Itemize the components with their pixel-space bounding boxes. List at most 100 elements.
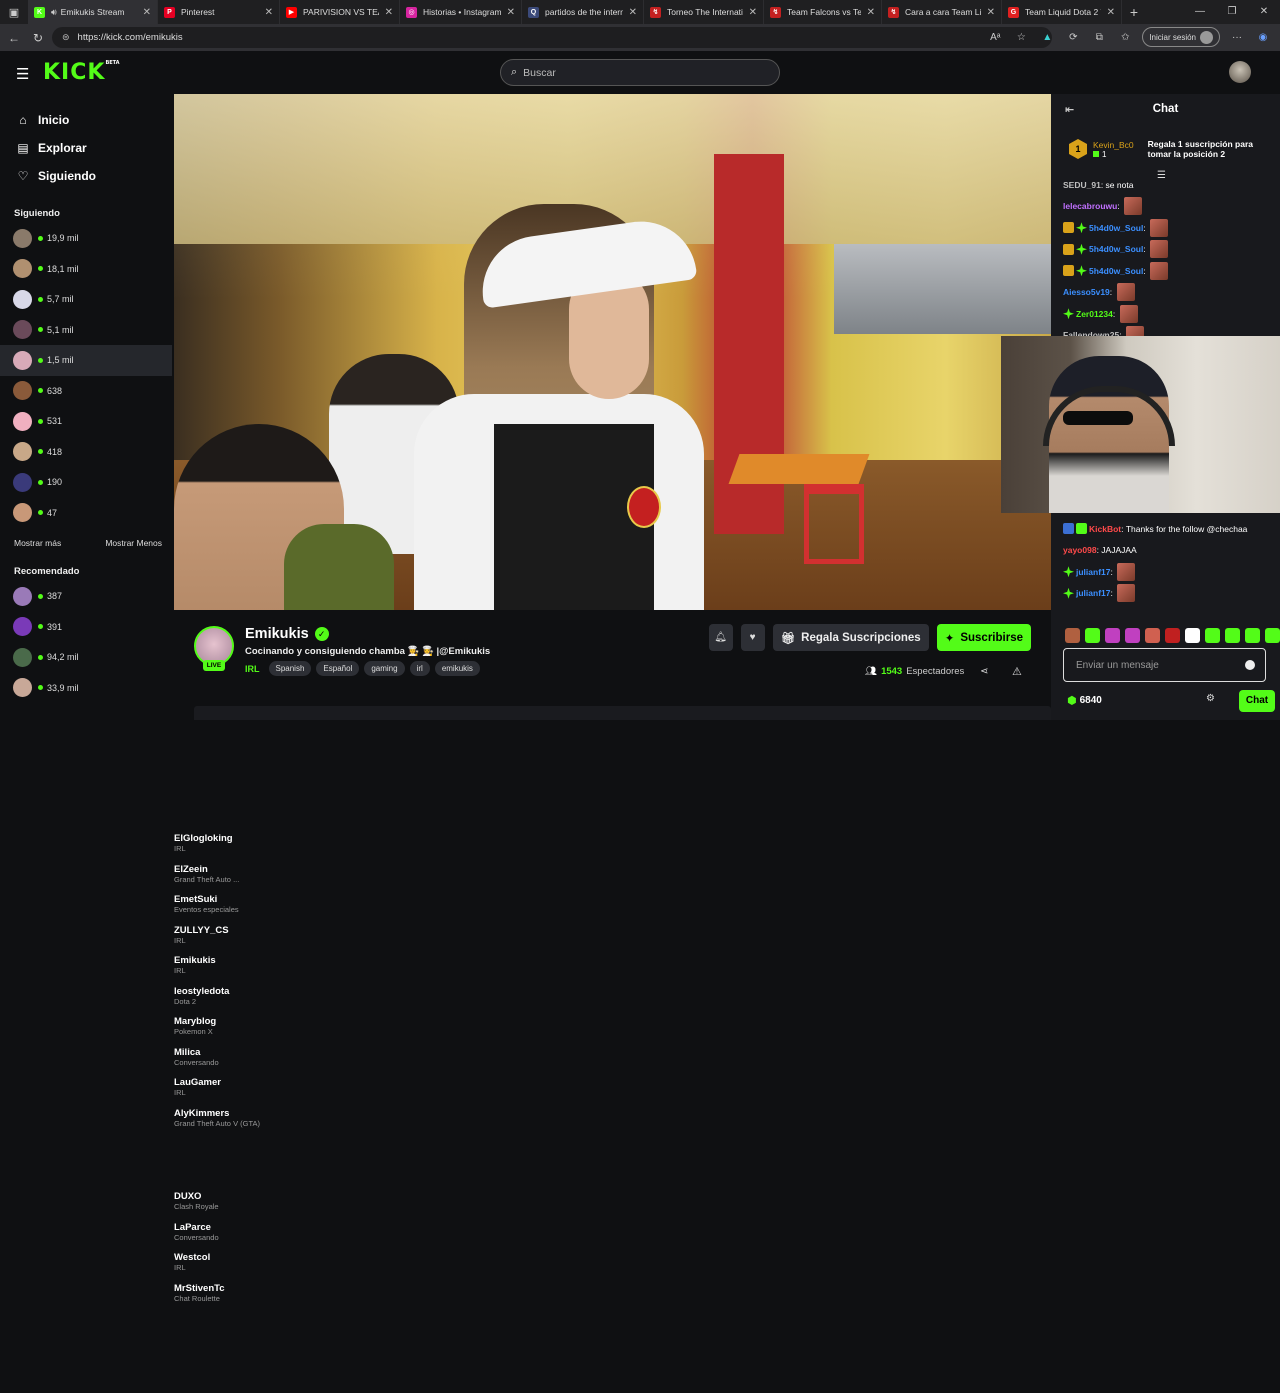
favorite-star-icon[interactable]: ☆ <box>1012 32 1030 43</box>
stream-tag[interactable]: gaming <box>364 661 405 676</box>
send-chat-button[interactable]: Chat <box>1239 690 1275 712</box>
back-icon[interactable]: ← <box>2 31 26 45</box>
leader-username[interactable]: Kevin_Bc0 <box>1093 140 1134 150</box>
window-menu-icon[interactable]: ▣ <box>0 0 28 24</box>
browser-tab[interactable]: ▶ PARIVISION VS TEAM ✕ <box>280 0 400 24</box>
user-avatar[interactable] <box>1229 61 1251 83</box>
close-tab-icon[interactable]: ✕ <box>385 7 393 18</box>
channel-points[interactable]: ⬢ 6840 <box>1067 694 1102 707</box>
quick-emote-icon[interactable] <box>1205 628 1220 643</box>
close-tab-icon[interactable]: ✕ <box>143 7 151 18</box>
close-window-icon[interactable]: ✕ <box>1248 0 1280 24</box>
chat-username[interactable]: lelecabrouwu <box>1063 201 1117 211</box>
chat-username[interactable]: SEDU_91 <box>1063 180 1101 190</box>
quick-emote-icon[interactable] <box>1165 628 1180 643</box>
new-tab-button[interactable]: + <box>1122 4 1146 20</box>
close-tab-icon[interactable]: ✕ <box>987 7 995 18</box>
channel-item[interactable]: LaParce Conversando 391 <box>0 612 1051 1332</box>
extension-icon[interactable]: ▲ <box>1038 32 1056 43</box>
chat-username[interactable]: 5h4d0w_Soul <box>1089 223 1143 233</box>
close-tab-icon[interactable]: ✕ <box>629 7 637 18</box>
gift-cta[interactable]: Regala 1 suscripción para tomar la posic… <box>1148 139 1258 159</box>
nav-item-siguiendo[interactable]: ♡ Siguiendo <box>0 162 172 190</box>
channel-item[interactable]: MrStivenTc Chat Roulette 33,9 mil <box>0 673 1051 1393</box>
favorites-icon[interactable]: ✩ <box>1116 32 1134 43</box>
show-less-button[interactable]: Mostrar Menos <box>105 538 162 548</box>
chat-username[interactable]: 5h4d0w_Soul <box>1089 266 1143 276</box>
reload-icon[interactable]: ↻ <box>26 31 50 45</box>
channel-item[interactable]: DUXO Clash Royale 387 <box>0 581 1051 1301</box>
browser-tab[interactable]: G Team Liquid Dota 2 Te ✕ <box>1002 0 1122 24</box>
quick-emote-icon[interactable] <box>1265 628 1280 643</box>
quick-emote-icon[interactable] <box>1085 628 1100 643</box>
share-icon[interactable]: ⋖ <box>980 666 988 677</box>
split-screen-icon[interactable]: ⧉ <box>1090 32 1108 43</box>
follow-heart-button[interactable]: ♥ <box>740 624 765 651</box>
channel-item[interactable]: ElZeein Grand Theft Auto ... 18,1 mil <box>0 254 1051 974</box>
kick-logo[interactable]: KICKBETA <box>43 60 120 85</box>
close-tab-icon[interactable]: ✕ <box>867 7 875 18</box>
notification-bell-button[interactable]: 🔔︎ <box>708 624 733 651</box>
channel-item[interactable]: leostyledota Dota 2 638 <box>0 376 1051 1096</box>
quick-emote-icon[interactable] <box>1065 628 1080 643</box>
channel-item[interactable]: LauGamer IRL 190 <box>0 467 1051 1187</box>
url-field[interactable]: ⊜ https://kick.com/emikukis <box>52 27 1052 48</box>
streamer-name[interactable]: Emikukis <box>245 626 309 642</box>
chat-username[interactable]: KickBot <box>1089 524 1121 534</box>
browser-tab[interactable]: ↯ Team Falcons vs Team ✕ <box>764 0 882 24</box>
collapse-chat-icon[interactable]: ⇤ <box>1065 103 1074 116</box>
close-tab-icon[interactable]: ✕ <box>507 7 515 18</box>
close-tab-icon[interactable]: ✕ <box>749 7 757 18</box>
report-icon[interactable]: ⚠ <box>1012 665 1022 678</box>
stream-tag[interactable]: Spanish <box>268 661 312 676</box>
signin-button[interactable]: Iniciar sesión <box>1142 27 1220 47</box>
quick-emote-icon[interactable] <box>1185 628 1200 643</box>
minimize-icon[interactable]: — <box>1184 0 1216 24</box>
refresh-extension-icon[interactable]: ⟳ <box>1064 32 1082 43</box>
channel-item[interactable]: AlyKimmers Grand Theft Auto V (GTA) 47 <box>0 498 1051 1218</box>
channel-item[interactable]: Emikukis IRL 1,5 mil <box>0 345 1051 1065</box>
stream-tag[interactable]: irl <box>409 661 430 676</box>
quick-emote-icon[interactable] <box>1245 628 1260 643</box>
more-options-icon[interactable]: ··· <box>1228 32 1246 43</box>
channel-item[interactable]: EmetSuki Eventos especiales 5,7 mil <box>0 284 1051 1004</box>
maximize-icon[interactable]: ❐ <box>1216 0 1248 24</box>
nav-item-inicio[interactable]: ⌂ Inicio <box>0 106 172 134</box>
channel-item[interactable]: Westcol IRL 94,2 mil <box>0 642 1051 1362</box>
quick-emote-icon[interactable] <box>1145 628 1160 643</box>
channel-item[interactable]: ZULLYY_CS IRL 5,1 mil <box>0 315 1051 1035</box>
chat-username[interactable]: Zer01234 <box>1076 309 1113 319</box>
nav-item-explorar[interactable]: ▤ Explorar <box>0 134 172 162</box>
chat-username[interactable]: 5h4d0w_Soul <box>1089 244 1143 254</box>
chat-input[interactable]: Enviar un mensaje <box>1063 648 1266 682</box>
browser-tab[interactable]: ◎ Historias • Instagram ✕ <box>400 0 522 24</box>
quick-emote-icon[interactable] <box>1125 628 1140 643</box>
chat-username[interactable]: julianf17 <box>1076 588 1110 598</box>
emoji-picker-icon[interactable] <box>1245 660 1255 670</box>
gift-subs-button[interactable]: 🎁︎ Regala Suscripciones <box>772 624 929 651</box>
close-tab-icon[interactable]: ✕ <box>265 7 273 18</box>
audio-icon[interactable]: 🔊︎ <box>51 7 57 18</box>
menu-icon[interactable]: ☰ <box>16 65 29 83</box>
browser-tab[interactable]: Qpartidos de the interna ✕ <box>522 0 644 24</box>
stream-tag[interactable]: Español <box>316 661 360 676</box>
stream-tag[interactable]: emikukis <box>434 661 480 676</box>
search-input[interactable]: ⌕ Buscar <box>500 59 780 86</box>
show-more-button[interactable]: Mostrar más <box>14 538 61 548</box>
chat-username[interactable]: yayo098 <box>1063 545 1097 555</box>
channel-item[interactable]: Milica Conversando 418 <box>0 437 1051 1157</box>
subscribe-button[interactable]: ✦ Suscribirse <box>936 624 1031 651</box>
quick-emote-icon[interactable] <box>1225 628 1240 643</box>
copilot-icon[interactable]: ◉ <box>1254 32 1272 43</box>
video-player[interactable] <box>174 94 1051 610</box>
site-info-icon[interactable]: ⊜ <box>62 32 70 43</box>
browser-tab[interactable]: ↯ Torneo The Internation ✕ <box>644 0 764 24</box>
read-aloud-icon[interactable]: Aᵃ <box>986 32 1004 43</box>
browser-tab[interactable]: K 🔊︎ Emikukis Stream ✕ <box>28 0 158 24</box>
chat-settings-icon[interactable]: ⚙ <box>1206 693 1215 704</box>
browser-tab[interactable]: P Pinterest ✕ <box>158 0 280 24</box>
channel-item[interactable]: Maryblog Pokemon X 531 <box>0 406 1051 1126</box>
quick-emote-icon[interactable] <box>1105 628 1120 643</box>
close-tab-icon[interactable]: ✕ <box>1107 7 1115 18</box>
chat-username[interactable]: Aiesso5v19 <box>1063 287 1110 297</box>
